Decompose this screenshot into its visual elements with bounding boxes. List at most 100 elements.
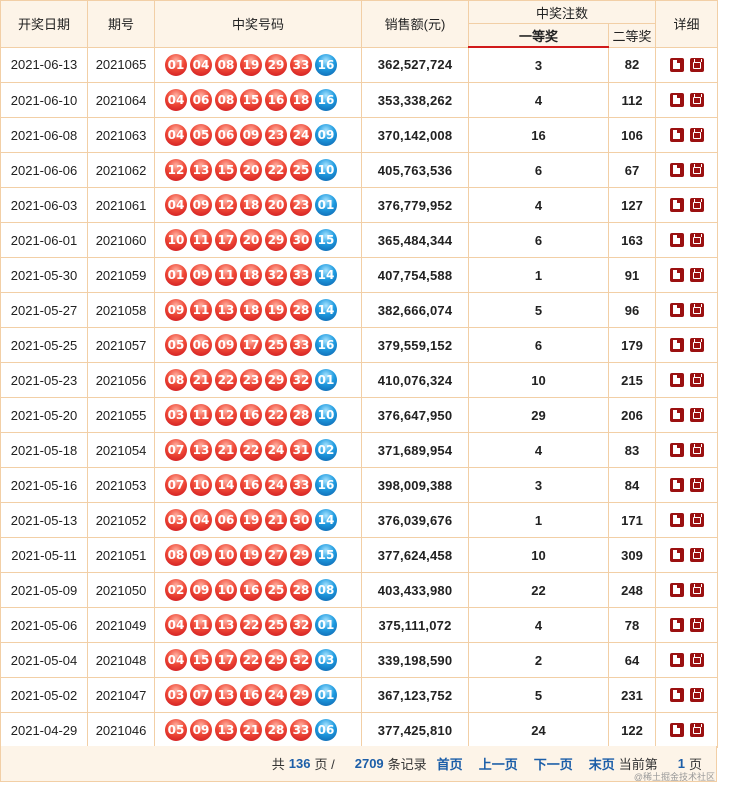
winning-numbers: 08 21 22 23 29 32 01 [154,362,362,398]
draw-date: 2021-06-13 [0,46,88,83]
video-icon[interactable] [689,303,704,317]
red-ball: 08 [165,369,187,391]
video-icon[interactable] [689,723,704,737]
detail-cell [655,362,719,398]
pager-next-link[interactable]: 下一页 [534,754,573,773]
red-ball: 13 [190,159,212,181]
document-icon[interactable] [669,478,684,492]
table-row: 2021-05-13 2021052 03 04 06 19 21 30 14 376,039,6… [0,502,719,538]
document-icon[interactable] [669,373,684,387]
detail-cell [655,607,719,643]
detail-cell [655,467,719,503]
video-icon[interactable] [689,548,704,562]
sales-amount: 362,527,724 [361,46,469,83]
red-ball: 17 [215,229,237,251]
video-icon[interactable] [689,198,704,212]
video-icon[interactable] [689,408,704,422]
document-icon[interactable] [669,583,684,597]
blue-ball: 01 [315,684,337,706]
ball-group: 04 06 08 15 16 18 16 [155,89,361,111]
sales-amount: 398,009,388 [361,467,469,503]
document-icon[interactable] [669,93,684,107]
blue-ball: 10 [315,404,337,426]
video-icon[interactable] [689,583,704,597]
document-icon[interactable] [669,338,684,352]
red-ball: 29 [265,369,287,391]
winning-numbers: 03 07 13 16 24 29 01 [154,677,362,713]
document-icon[interactable] [669,198,684,212]
document-icon[interactable] [669,163,684,177]
first-prize-count: 16 [468,117,609,153]
document-icon[interactable] [669,128,684,142]
red-ball: 12 [215,194,237,216]
first-prize-count: 24 [468,712,609,748]
pager-first-link[interactable]: 首页 [437,754,463,773]
video-icon[interactable] [689,618,704,632]
second-prize-count: 231 [607,677,657,713]
detail-cell [655,712,719,748]
red-ball: 10 [190,474,212,496]
red-ball: 27 [265,544,287,566]
issue-number: 2021056 [87,362,155,398]
video-icon[interactable] [689,233,704,247]
table-row: 2021-05-11 2021051 08 09 10 19 27 29 15 377,624,4… [0,537,719,573]
red-ball: 05 [190,124,212,146]
issue-number: 2021047 [87,677,155,713]
red-ball: 04 [165,614,187,636]
video-icon[interactable] [689,163,704,177]
detail-cell [655,82,719,118]
issue-number: 2021048 [87,642,155,678]
sales-amount: 379,559,152 [361,327,469,363]
video-icon[interactable] [689,93,704,107]
ball-group: 07 13 21 22 24 31 02 [155,439,361,461]
red-ball: 06 [215,509,237,531]
red-ball: 09 [190,579,212,601]
ball-group: 01 09 11 18 32 33 14 [155,264,361,286]
document-icon[interactable] [669,513,684,527]
issue-number: 2021054 [87,432,155,468]
winning-numbers: 05 09 13 21 28 33 06 [154,712,362,748]
document-icon[interactable] [669,653,684,667]
sales-amount: 375,111,072 [361,607,469,643]
red-ball: 04 [165,89,187,111]
detail-cell [655,222,719,258]
video-icon[interactable] [689,478,704,492]
red-ball: 33 [290,53,312,76]
document-icon[interactable] [669,303,684,317]
winning-numbers: 03 11 12 16 22 28 10 [154,397,362,433]
first-prize-count: 4 [468,607,609,643]
document-icon[interactable] [669,618,684,632]
table-row: 2021-05-23 2021056 08 21 22 23 29 32 01 410,076,3… [0,362,719,398]
sales-amount: 377,624,458 [361,537,469,573]
video-icon[interactable] [689,57,704,72]
red-ball: 10 [215,544,237,566]
video-icon[interactable] [689,653,704,667]
winning-numbers: 04 11 13 22 25 32 01 [154,607,362,643]
pager-last-link[interactable]: 末页 [589,754,615,773]
red-ball: 05 [165,719,187,741]
detail-icons [656,688,717,702]
document-icon[interactable] [669,233,684,247]
video-icon[interactable] [689,513,704,527]
detail-icons [656,618,717,632]
document-icon[interactable] [669,57,684,72]
red-ball: 13 [215,719,237,741]
video-icon[interactable] [689,338,704,352]
document-icon[interactable] [669,548,684,562]
video-icon[interactable] [689,443,704,457]
red-ball: 18 [290,89,312,111]
video-icon[interactable] [689,373,704,387]
video-icon[interactable] [689,688,704,702]
blue-ball: 08 [315,579,337,601]
document-icon[interactable] [669,408,684,422]
document-icon[interactable] [669,268,684,282]
document-icon[interactable] [669,443,684,457]
video-icon[interactable] [689,268,704,282]
detail-cell [655,432,719,468]
table-row: 2021-05-20 2021055 03 11 12 16 22 28 10 376,647,9… [0,397,719,433]
document-icon[interactable] [669,723,684,737]
second-prize-count: 171 [607,502,657,538]
document-icon[interactable] [669,688,684,702]
video-icon[interactable] [689,128,704,142]
pager-prev-link[interactable]: 上一页 [479,754,518,773]
